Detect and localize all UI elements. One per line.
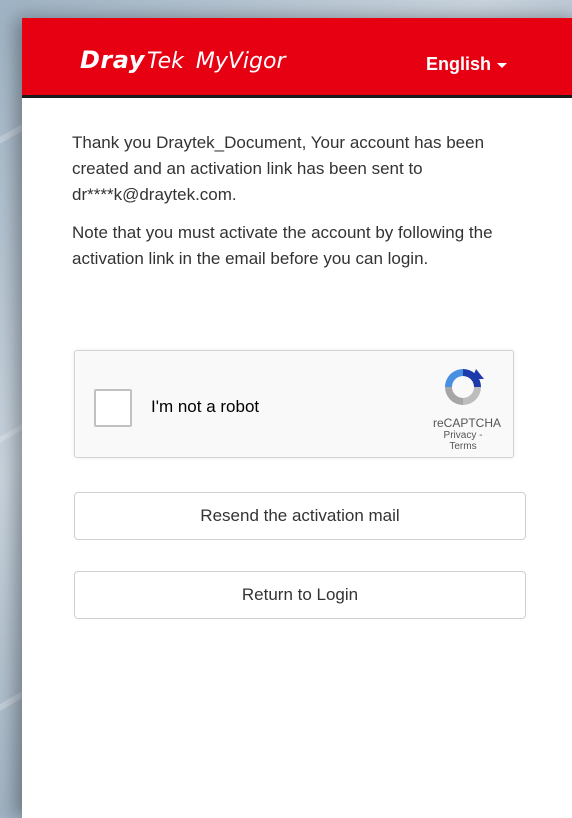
message-content: Thank you Draytek_Document, Your account… [72,130,532,284]
logo-dray-text: Dray [80,46,145,74]
recaptcha-icon [445,369,484,405]
recaptcha-label: I'm not a robot [151,397,260,416]
header-bar: Dray Tek MyVigor English [22,18,572,98]
account-created-message: Thank you Draytek_Document, Your account… [72,133,485,204]
activation-card: Dray Tek MyVigor English Thank you Drayt… [22,18,572,818]
logo-product-text: MyVigor [195,49,286,74]
activation-note: Note that you must activate the account … [72,223,493,268]
caret-down-icon [497,63,508,68]
resend-activation-button[interactable]: Resend the activation mail [74,492,526,540]
recaptcha-logo: reCAPTCHA Privacy - Terms [433,365,502,452]
return-to-login-button[interactable]: Return to Login [74,571,526,619]
recaptcha-widget: I'm not a robot reCAPTCHA Privacy - Term… [74,350,514,458]
language-label: English [426,54,492,74]
logo-tek-text: Tek [146,49,184,74]
language-dropdown[interactable]: English [426,54,508,75]
recaptcha-checkbox[interactable] [94,389,132,427]
recaptcha-brand: reCAPTCHA [433,416,502,430]
draytek-myvigor-logo: Dray Tek MyVigor [80,46,286,80]
recaptcha-privacy-terms-links[interactable]: Privacy - Terms [433,430,493,452]
